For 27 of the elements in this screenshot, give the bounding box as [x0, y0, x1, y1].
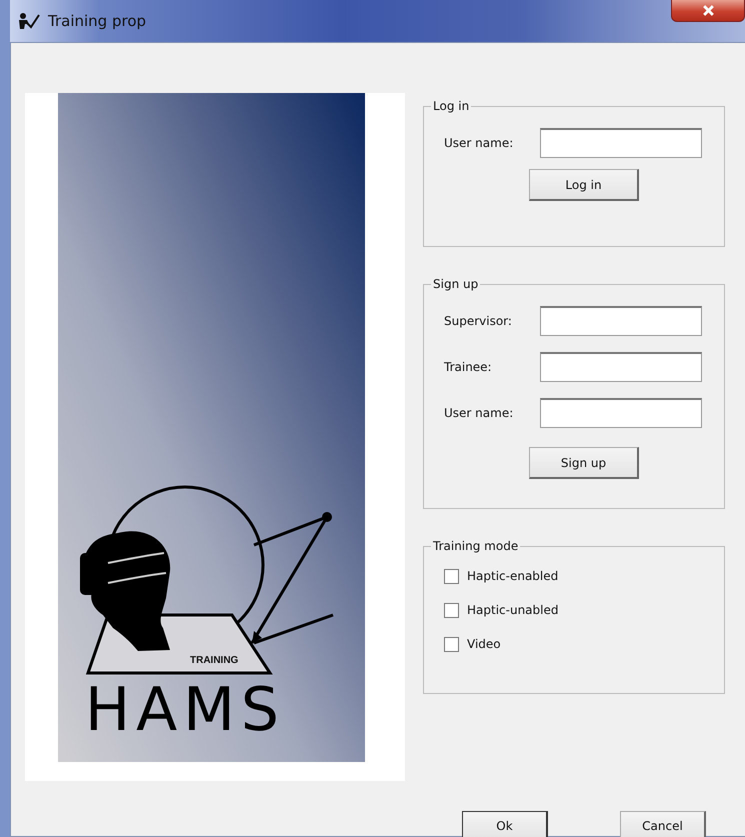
group-title: Log in [432, 99, 470, 113]
group-button[interactable]: Log in [529, 169, 639, 201]
text-field[interactable] [540, 398, 702, 428]
group-title: Sign up [432, 277, 480, 291]
checkbox[interactable] [444, 602, 459, 618]
text-field[interactable] [540, 306, 702, 336]
close-icon [702, 4, 714, 17]
dialog-button[interactable]: Ok [462, 811, 548, 837]
checkbox[interactable] [444, 568, 459, 584]
field-label: Trainee: [444, 360, 493, 374]
text-field[interactable] [540, 352, 702, 382]
group-title: Training mode [432, 539, 520, 553]
field-label: User name: [444, 136, 514, 150]
field-label: User name: [444, 406, 514, 420]
field-label: Supervisor: [444, 314, 513, 328]
text-field[interactable] [540, 128, 702, 158]
group-button[interactable]: Sign up [529, 447, 639, 479]
window-title: Training prop [48, 12, 146, 30]
checkbox-label: Haptic-unabled [467, 603, 558, 617]
close-button[interactable] [671, 0, 745, 22]
logo-name: HAMS [85, 675, 286, 745]
checkbox-label: Video [467, 637, 501, 651]
logo-caption: TRAINING [190, 655, 238, 666]
dialog-button[interactable]: Cancel [620, 811, 706, 837]
app-icon [18, 12, 40, 30]
checkbox[interactable] [444, 636, 459, 652]
checkbox-label: Haptic-enabled [467, 569, 558, 583]
